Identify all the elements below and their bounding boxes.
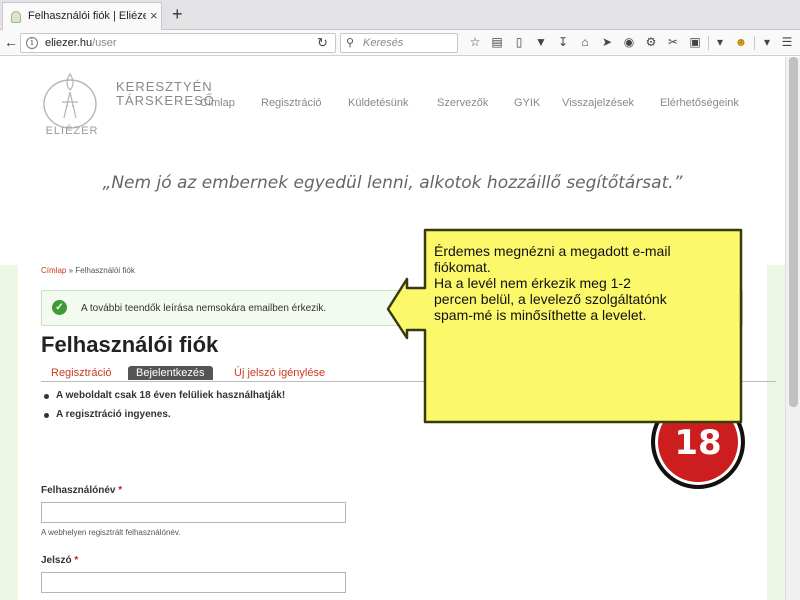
tab-uj-jelszo[interactable]: Új jelszó igénylése <box>234 367 325 379</box>
side-band-left <box>0 265 18 600</box>
side-band-right <box>767 265 785 600</box>
breadcrumb-home-link[interactable]: Címlap <box>41 266 66 275</box>
close-tab-icon[interactable]: × <box>150 9 158 23</box>
browser-toolbar: ← i eliezer.hu/user ↻ ⚲ Keresés ☆ ▤ ▯ ▼ … <box>0 30 800 56</box>
addon-icon[interactable]: ▣ <box>688 35 702 49</box>
tab-bejelentkezes[interactable]: Bejelentkezés <box>128 366 213 380</box>
screenshot-icon[interactable]: ✂ <box>666 35 680 49</box>
extension-icon[interactable]: ⚙ <box>644 35 658 49</box>
callout-line: Érdemes megnézni a megadott e-mail <box>434 243 671 259</box>
menu-item-szervezok[interactable]: Szervezők <box>437 97 488 109</box>
breadcrumb: Címlap » Felhasználói fiók <box>41 266 135 275</box>
username-label-text: Felhasználónév <box>41 485 116 496</box>
menu-item-cimlap[interactable]: Címlap <box>200 97 235 109</box>
bookmark-star-icon[interactable]: ☆ <box>468 35 482 49</box>
page-title: Felhasználói fiók <box>41 332 219 357</box>
chevron-down-icon[interactable]: ▾ <box>713 35 727 49</box>
callout-line: percen belül, a levelező szolgáltatónk <box>434 291 667 307</box>
password-label: Jelszó * <box>41 555 78 566</box>
username-label: Felhasználónév * <box>41 485 122 496</box>
checkmark-icon: ✓ <box>52 300 67 315</box>
toolbar-separator <box>754 36 755 50</box>
new-tab-icon[interactable]: + <box>172 4 183 24</box>
search-placeholder: Keresés <box>363 37 404 49</box>
site-motto: „Nem jó az embernek egyedül lenni, alkot… <box>102 173 683 193</box>
scrollbar-thumb[interactable] <box>789 57 798 407</box>
avatar-icon[interactable]: ☻ <box>734 35 748 49</box>
menu-item-kuldetesunk[interactable]: Küldetésünk <box>348 97 409 109</box>
reading-list-icon[interactable]: ▤ <box>490 35 504 49</box>
toolbar-separator <box>708 36 709 50</box>
download-icon[interactable]: ↧ <box>556 35 570 49</box>
required-marker: * <box>118 485 123 496</box>
password-field[interactable] <box>41 572 346 593</box>
menu-item-visszajelzesek[interactable]: Visszajelzések <box>562 97 634 109</box>
url-text: eliezer.hu/user <box>45 37 117 49</box>
username-field[interactable] <box>41 502 346 523</box>
chat-icon[interactable]: ◉ <box>622 35 636 49</box>
library-icon[interactable]: ▯ <box>512 35 526 49</box>
required-marker: * <box>74 555 79 566</box>
hamburger-menu-icon[interactable]: ☰ <box>780 35 794 49</box>
address-bar[interactable]: i eliezer.hu/user ↻ <box>20 33 336 53</box>
search-icon: ⚲ <box>346 37 355 49</box>
search-bar[interactable]: ⚲ Keresés <box>340 33 458 53</box>
browser-tab-title: Felhasználói fiók | Eliézer -... <box>28 10 146 22</box>
menu-item-regisztracio[interactable]: Regisztráció <box>261 97 322 109</box>
browser-tab-bar: Felhasználói fiók | Eliézer -... × + <box>0 0 800 30</box>
logo-icon[interactable] <box>40 68 100 130</box>
page-scrollbar[interactable] <box>785 57 800 600</box>
age-limit-number: 18 <box>674 423 722 463</box>
brand-line-1: KERESZTYÉN <box>116 79 213 94</box>
reload-icon[interactable]: ↻ <box>317 35 328 51</box>
tab-regisztracio[interactable]: Regisztráció <box>51 367 112 379</box>
password-label-text: Jelszó <box>41 555 72 566</box>
home-icon[interactable]: ⌂ <box>578 35 592 49</box>
breadcrumb-separator: » <box>66 266 76 275</box>
notes-list: A weboldalt csak 18 éven felüliek haszná… <box>44 389 285 427</box>
menu-item-elerhetosegeink[interactable]: Elérhetőségeink <box>660 97 739 109</box>
back-arrow-icon[interactable]: ← <box>4 34 18 50</box>
site-favicon-icon <box>11 11 21 23</box>
overflow-chevron-icon[interactable]: ▾ <box>760 35 774 49</box>
list-item: A weboldalt csak 18 éven felüliek haszná… <box>44 389 285 408</box>
url-path: /user <box>92 37 117 49</box>
callout-line: fiókomat. <box>434 259 491 275</box>
username-help: A webhelyen regisztrált felhasználónév. <box>41 528 181 537</box>
callout-line: Ha a levél nem érkezik meg 1-2 <box>434 275 631 291</box>
callout-line: spam-mé is minősíthette a levelet. <box>434 307 647 323</box>
menu-item-gyik[interactable]: GYIK <box>514 97 540 109</box>
callout-text: Érdemes megnézni a megadott e-mail fióko… <box>434 243 734 323</box>
logo-wordmark: ELIÉZER <box>45 125 99 137</box>
status-message-text: A további teendők leírása nemsokára emai… <box>81 303 327 314</box>
send-icon[interactable]: ➤ <box>600 35 614 49</box>
list-item: A regisztráció ingyenes. <box>44 408 285 427</box>
breadcrumb-current: Felhasználói fiók <box>75 266 135 275</box>
browser-tab[interactable]: Felhasználói fiók | Eliézer -... × <box>2 2 162 30</box>
url-host: eliezer.hu <box>45 37 93 49</box>
pocket-icon[interactable]: ▼ <box>534 35 548 49</box>
info-icon[interactable]: i <box>26 37 38 49</box>
